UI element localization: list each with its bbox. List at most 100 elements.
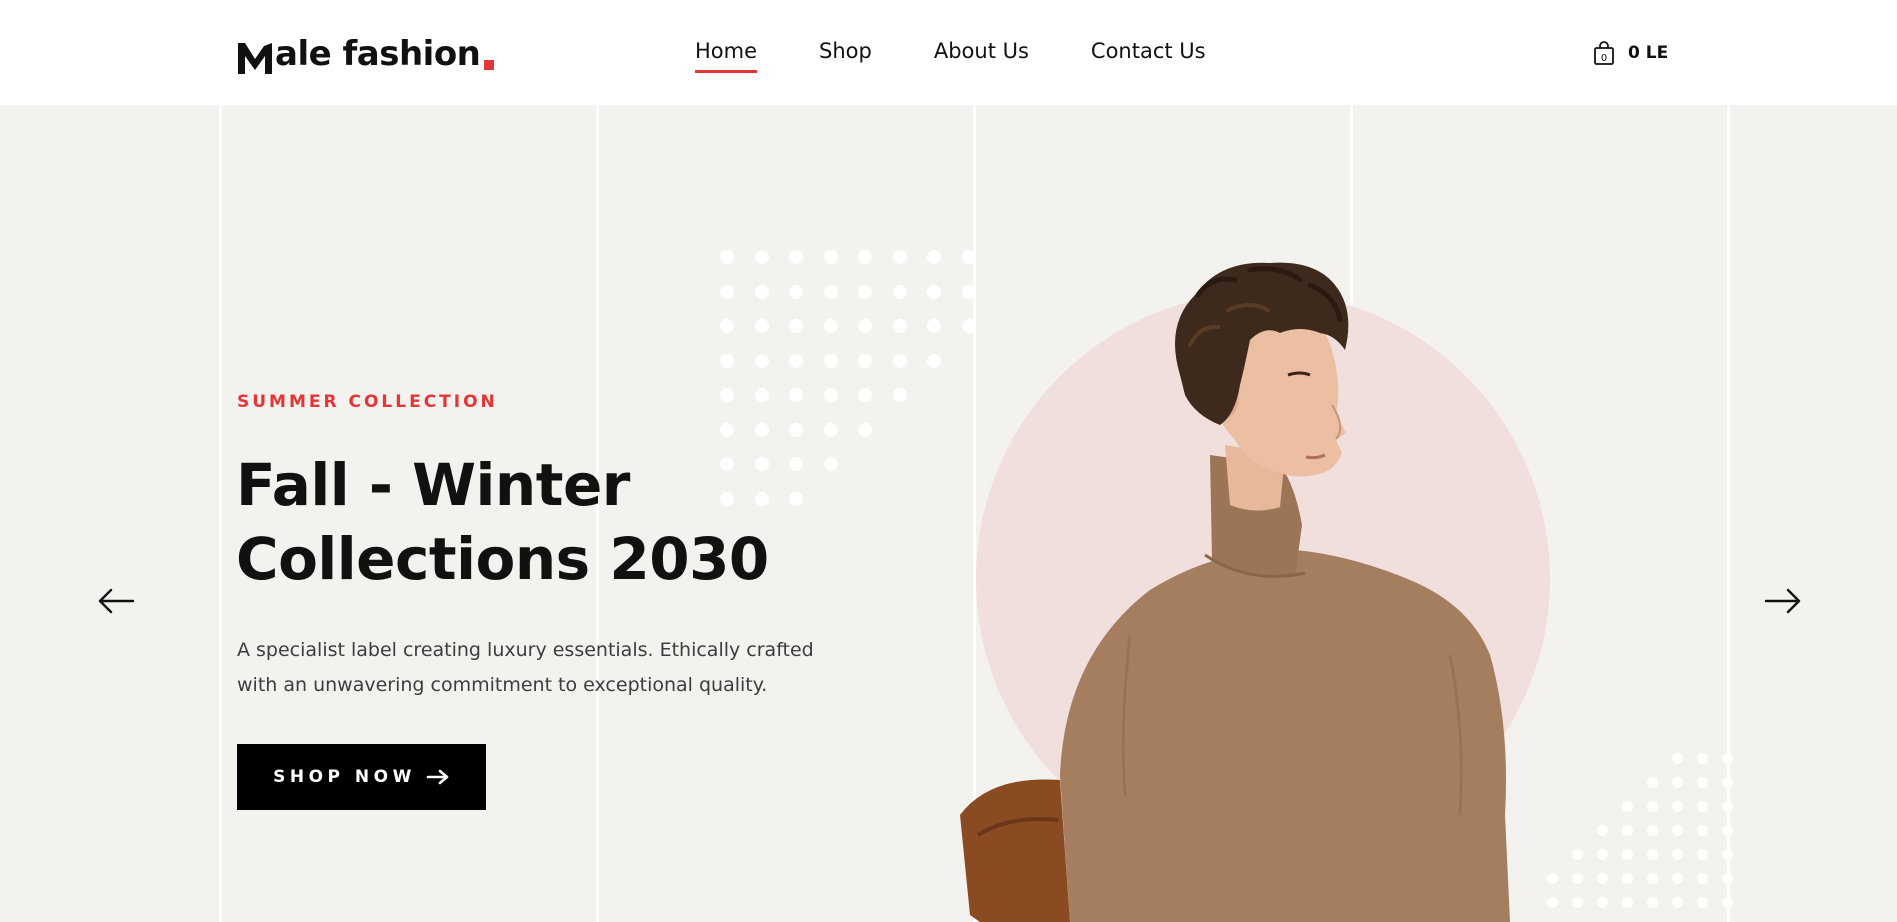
decorative-dot <box>927 319 941 333</box>
decorative-dot <box>1647 777 1658 788</box>
decorative-dot <box>1572 897 1583 908</box>
decorative-dot <box>1672 897 1683 908</box>
stylized-m-icon <box>238 43 272 74</box>
decorative-dot <box>1622 825 1633 836</box>
decorative-dot <box>1722 897 1733 908</box>
decorative-dot <box>927 284 941 299</box>
logo[interactable]: ale fashion <box>236 30 495 74</box>
decorative-dot <box>892 388 907 402</box>
logo-dot <box>484 60 495 70</box>
decorative-dot <box>1722 873 1733 884</box>
decorative-dot <box>1697 849 1708 860</box>
decorative-dot <box>1672 849 1683 860</box>
decorative-dot <box>1572 849 1583 860</box>
decorative-dot <box>789 388 803 402</box>
decorative-dot <box>1697 825 1708 836</box>
hero-title-line-1: Fall - Winter <box>236 451 630 519</box>
decorative-dot <box>754 353 769 368</box>
arrow-right-icon <box>426 769 449 785</box>
cart-price: 0 LE <box>1628 43 1669 63</box>
decorative-dot <box>823 353 838 368</box>
decorative-dot <box>1697 873 1708 884</box>
decorative-dot <box>1622 873 1633 884</box>
decorative-dot <box>1697 753 1708 764</box>
decorative-dot <box>1597 849 1608 860</box>
cart-badge: 0 <box>1601 53 1607 64</box>
decorative-dot <box>823 284 838 299</box>
decorative-dot <box>1597 897 1608 908</box>
decorative-dot <box>754 388 769 402</box>
cart-button[interactable]: 0 0 LE <box>1593 41 1668 65</box>
hero-title: Fall - Winter Collections 2030 <box>236 448 796 596</box>
shop-now-label: SHOP NOW <box>273 767 416 787</box>
grid-line <box>219 105 222 922</box>
decorative-dot <box>823 250 838 264</box>
nav-home[interactable]: Home <box>695 38 758 73</box>
decorative-dot <box>823 319 838 333</box>
decorative-dot <box>789 353 803 368</box>
decorative-dot <box>858 353 872 368</box>
decorative-dot <box>823 388 838 402</box>
decorative-dot <box>1622 849 1633 860</box>
hero-slider: SUMMER COLLECTION Fall - Winter Collecti… <box>0 105 1897 922</box>
decorative-dot <box>1647 825 1658 836</box>
decorative-dot <box>1597 825 1608 836</box>
decorative-dot <box>1722 849 1733 860</box>
decorative-dot <box>1722 777 1733 788</box>
decorative-dot <box>1622 801 1633 812</box>
shopping-bag-icon: 0 <box>1594 41 1614 65</box>
hero-description-line-2: with an unwavering commitment to excepti… <box>237 674 768 696</box>
decorative-dot <box>789 319 803 333</box>
decorative-dot <box>1722 825 1733 836</box>
decorative-dot <box>754 284 769 299</box>
logo-text: ale fashion <box>275 34 481 74</box>
decorative-dot <box>1672 801 1683 812</box>
decorative-dot <box>1697 897 1708 908</box>
nav-about-us[interactable]: About Us <box>934 38 1029 64</box>
decorative-dot <box>858 388 872 402</box>
decorative-dot <box>1672 873 1683 884</box>
decorative-dot <box>1622 897 1633 908</box>
decorative-dot <box>1722 753 1733 764</box>
decorative-dot <box>720 422 734 437</box>
decorative-dots-bottom <box>1547 753 1760 922</box>
arrow-left-icon[interactable] <box>96 586 136 616</box>
decorative-dot <box>892 353 907 368</box>
decorative-dot <box>892 250 907 264</box>
decorative-dot <box>927 353 941 368</box>
decorative-dot <box>1697 801 1708 812</box>
decorative-dot <box>1672 825 1683 836</box>
hero-subtitle: SUMMER COLLECTION <box>237 392 498 412</box>
model-in-brown-turtleneck-illustration <box>960 262 1510 922</box>
decorative-dot <box>754 250 769 264</box>
decorative-dot <box>858 319 872 333</box>
site-header: ale fashion Home Shop About Us Contact U… <box>0 0 1897 105</box>
main-nav: Home Shop About Us Contact Us <box>695 38 1268 73</box>
hero-description: A specialist label creating luxury essen… <box>237 633 837 703</box>
decorative-dot <box>1647 873 1658 884</box>
decorative-dot <box>1597 873 1608 884</box>
decorative-dot <box>1672 777 1683 788</box>
decorative-dot <box>720 250 734 264</box>
decorative-dot <box>1697 777 1708 788</box>
decorative-dot <box>720 353 734 368</box>
decorative-dot <box>720 284 734 299</box>
decorative-dot <box>1647 849 1658 860</box>
decorative-dot <box>720 319 734 333</box>
decorative-dot <box>823 457 838 471</box>
hero-description-line-1: A specialist label creating luxury essen… <box>237 639 814 661</box>
decorative-dot <box>754 319 769 333</box>
decorative-dot <box>927 250 941 264</box>
decorative-dot <box>823 422 838 437</box>
decorative-dot <box>789 422 803 437</box>
page: ale fashion Home Shop About Us Contact U… <box>0 0 1897 922</box>
nav-contact-us[interactable]: Contact Us <box>1091 38 1206 64</box>
decorative-dot <box>858 250 872 264</box>
hero-title-line-2: Collections 2030 <box>236 525 769 593</box>
decorative-dot <box>1647 897 1658 908</box>
decorative-dot <box>1647 801 1658 812</box>
shop-now-button[interactable]: SHOP NOW <box>237 744 486 810</box>
nav-shop[interactable]: Shop <box>819 38 872 64</box>
arrow-right-icon[interactable] <box>1763 586 1803 616</box>
decorative-dot <box>789 284 803 299</box>
